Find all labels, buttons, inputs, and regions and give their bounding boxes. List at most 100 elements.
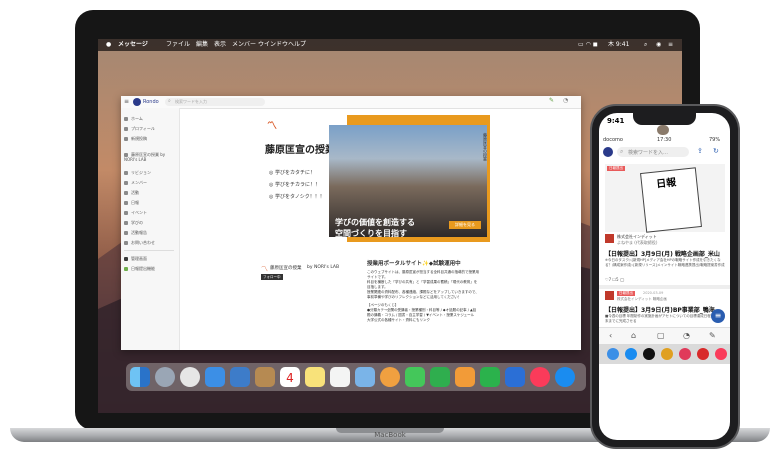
bell-icon[interactable]: ◔ — [683, 331, 690, 340]
sidebar-label: メンバー — [131, 180, 147, 185]
sidebar-item-home[interactable]: ホーム — [124, 116, 143, 122]
sidebar-item-profile[interactable]: プロフィール — [124, 126, 155, 132]
app-window: ≡ Rondo ⌕ 検索ワードを入力 ✎ ◔ ホーム プロフィール 新規投稿 藤… — [121, 96, 581, 350]
comment-count: 5 — [616, 277, 619, 282]
phone-screen: 9:41 docomo 17:30 79% ⌕ 検索ワードを入… ⇪ ↻ 日報提… — [599, 113, 730, 440]
appstore-icon[interactable] — [555, 367, 575, 387]
sidebar-item-admin[interactable]: 管理画面 — [124, 256, 147, 262]
app-icon[interactable] — [697, 348, 709, 360]
sidebar-item-new-post[interactable]: 新規投稿 — [124, 136, 147, 142]
company-logo — [605, 234, 614, 243]
sidebar-item-report[interactable]: 日報 — [124, 200, 139, 206]
phone-post1-title[interactable]: 【日報提出】3月9日(月) 戦略企画部_米山 — [605, 249, 720, 258]
applepay-icon[interactable] — [643, 348, 655, 360]
menu-edit[interactable]: 編集 — [196, 39, 208, 51]
control-icon[interactable]: ≡ — [668, 39, 673, 51]
hero-bullet: ◎ 学びをタノシク！！！ — [269, 194, 325, 200]
post-author: よねやま (代表取締役) — [617, 240, 658, 245]
edit-icon[interactable]: ✎ — [549, 97, 554, 104]
reminders-icon[interactable] — [330, 367, 350, 387]
post-paragraph: 科目を横断した「学びの共有」と「学習成果の蓄積」「現代の教育」を目指します。 — [367, 280, 478, 289]
sidebar-item-report-submit[interactable]: 日報提出機能 — [124, 266, 155, 272]
fab-menu-icon[interactable]: ≡ — [711, 309, 725, 323]
post-reactions[interactable]: ♡7 ☐5 ◯ — [605, 277, 624, 282]
phone-post2-title[interactable]: 【日報提出】3月9日(月)BP事業部_鴨海 — [605, 305, 715, 314]
messages-icon[interactable] — [405, 367, 425, 387]
report-paper-icon: 日報 — [640, 167, 702, 233]
menu-window[interactable]: ウインドウ — [258, 39, 288, 51]
post-card-image: 日報提出 日報 — [605, 164, 725, 233]
apple-icon[interactable]: ● — [106, 39, 111, 51]
hero-detail-button[interactable]: 詳細を見る — [449, 221, 481, 229]
share-icon[interactable]: ⇪ — [697, 147, 703, 155]
bell-icon[interactable]: ◔ — [563, 97, 568, 104]
music-icon[interactable] — [715, 348, 727, 360]
hero-banner: 〽 藤原匡宣の授業 ◎ 学びをカタチに！ ◎ 学びをチカラに！！ ◎ 学びをタノ… — [261, 109, 491, 249]
search-box[interactable]: ⌕ 検索ワードを入力 — [165, 98, 265, 106]
post-body: 授業用ポータルサイト✨◆試験運用中 このウェブサイトは、藤原匡宣が担当する全科目… — [367, 261, 479, 323]
calendar-icon[interactable]: 4 — [280, 367, 300, 387]
sidebar-label: 日報 — [131, 200, 139, 205]
pages-icon[interactable] — [455, 367, 475, 387]
phone-brand-icon[interactable] — [603, 147, 613, 157]
safari-icon[interactable] — [180, 367, 200, 387]
menu-view[interactable]: 表示 — [214, 39, 226, 51]
app-icon[interactable] — [607, 348, 619, 360]
app-icon[interactable] — [679, 348, 691, 360]
photos-icon[interactable] — [230, 367, 250, 387]
post-title: 授業用ポータルサイト✨◆試験運用中 — [367, 261, 461, 267]
follow-button[interactable]: フォロー中 — [261, 274, 283, 280]
sidebar-label: 管理画面 — [131, 256, 147, 261]
photos-app-icon[interactable] — [380, 367, 400, 387]
sidebar-item-activity[interactable]: 活動 — [124, 190, 139, 196]
brand-logo-icon[interactable] — [133, 98, 141, 106]
spotlight-icon[interactable]: ⌕ — [644, 39, 647, 51]
appstore-icon[interactable] — [625, 348, 637, 360]
keynote-icon[interactable] — [505, 367, 525, 387]
hero-logo-icon: 〽 — [267, 121, 277, 132]
finder-icon[interactable] — [130, 367, 150, 387]
numbers-icon[interactable] — [480, 367, 500, 387]
photos2-icon[interactable] — [355, 367, 375, 387]
app-icon[interactable] — [661, 348, 673, 360]
edit-icon[interactable]: ✎ — [709, 331, 716, 340]
back-icon[interactable]: ‹ — [609, 331, 612, 340]
phone-post2-body: ■今週の目標 年間制作の実施計画がアセトについての目標達成日程で3月末までに完成… — [605, 314, 720, 323]
sidebar-label: 活動 — [131, 190, 139, 195]
facetime-icon[interactable] — [430, 367, 450, 387]
menu-help[interactable]: ヘルプ — [288, 39, 306, 51]
company-logo — [605, 291, 614, 300]
sidebar-item-activity-report[interactable]: 活動報告 — [124, 230, 147, 236]
event-icon — [124, 211, 128, 215]
notes-icon[interactable] — [305, 367, 325, 387]
message-icon[interactable]: ▢ — [657, 331, 665, 340]
refresh-icon[interactable]: ↻ — [713, 147, 719, 155]
menu-file[interactable]: ファイル — [166, 39, 190, 51]
sidebar-item-learning[interactable]: 学びの — [124, 220, 143, 226]
sidebar-label: 日報提出機能 — [131, 266, 155, 271]
home-icon[interactable]: ⌂ — [631, 331, 636, 340]
siri-icon[interactable]: ◉ — [656, 39, 661, 51]
hero-title: 藤原匡宣の授業 — [265, 145, 335, 156]
phone-search-box[interactable]: ⌕ 検索ワードを入… — [617, 147, 689, 157]
sidebar-label: イベント — [131, 210, 147, 215]
sidebar-item-contact[interactable]: お問い合わせ — [124, 240, 155, 246]
sidebar-item-event[interactable]: イベント — [124, 210, 147, 216]
menu-icon[interactable]: ≡ — [124, 98, 129, 105]
menubar-app-name[interactable]: メッセージ — [118, 39, 148, 51]
sidebar-label: お問い合わせ — [131, 240, 155, 245]
search-icon: ⌕ — [620, 148, 624, 155]
music-icon[interactable] — [530, 367, 550, 387]
sidebar-item-community[interactable]: 藤原匡宣の授業 by NORI's LAB — [124, 152, 176, 164]
menu-members[interactable]: メンバー — [232, 39, 256, 51]
launchpad-icon[interactable] — [155, 367, 175, 387]
mail-icon[interactable] — [205, 367, 225, 387]
profile-icon — [124, 127, 128, 131]
post-paragraph: ●分類カテ→全関の受講者・授業種別・科目等 / ◆オ話題の記事 / ▲話題の講義… — [367, 308, 477, 317]
post-separator — [599, 285, 730, 289]
post-paragraph: このウェブサイトは、藤原匡宣が担当する全科目共通の指導的で授業用サイトです。 — [367, 270, 479, 279]
sidebar-item-members[interactable]: メンバー — [124, 180, 147, 186]
contacts-icon[interactable] — [255, 367, 275, 387]
sidebar-item-revision[interactable]: リビジョン — [124, 170, 151, 176]
phone-avatar[interactable] — [657, 125, 669, 135]
